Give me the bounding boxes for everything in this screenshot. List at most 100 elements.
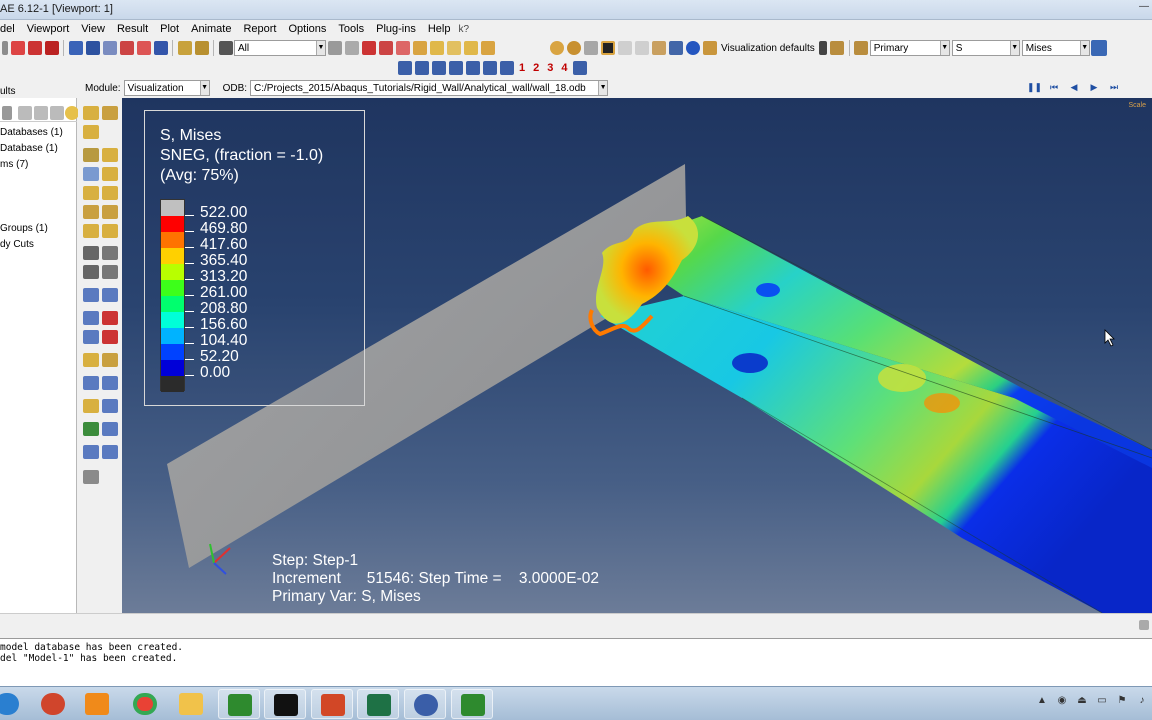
odb-select[interactable]: C:/Projects_2015/Abaqus_Tutorials/Rigid_…: [250, 80, 609, 96]
stream-icon[interactable]: [83, 330, 99, 344]
view-iso-icon[interactable]: [429, 41, 444, 55]
tree-expand-icon[interactable]: [17, 106, 32, 120]
query-icon[interactable]: [177, 41, 192, 55]
contour-plot-icon[interactable]: [83, 148, 99, 162]
view-x-icon[interactable]: [397, 61, 412, 75]
tray-expand-icon[interactable]: ▲: [1035, 695, 1049, 709]
query-tool-icon[interactable]: [83, 470, 99, 484]
field-category-select[interactable]: Primary ▼: [869, 40, 950, 56]
context-help-icon[interactable]: k?: [456, 24, 469, 35]
menu-result[interactable]: Result: [111, 23, 154, 35]
display-group-manager-icon[interactable]: [102, 376, 118, 390]
layers-icon[interactable]: [194, 41, 209, 55]
field-output-icon[interactable]: [854, 41, 869, 55]
results-tab[interactable]: ults: [0, 86, 16, 97]
tree-refresh-icon[interactable]: [49, 106, 64, 120]
material-orientation-icon[interactable]: [83, 186, 99, 200]
free-body-icon[interactable]: [83, 422, 99, 436]
tree-item-groups[interactable]: Groups (1): [0, 223, 48, 234]
save-icon[interactable]: [44, 41, 59, 55]
taskbar-abaqus[interactable]: [218, 689, 260, 719]
refresh-field-icon[interactable]: [1091, 40, 1108, 56]
menu-viewport[interactable]: Viewport: [21, 23, 76, 35]
view-side-icon[interactable]: [480, 41, 495, 55]
superimpose-icon[interactable]: [102, 205, 118, 219]
taskbar-command-prompt[interactable]: [264, 689, 306, 719]
zoom-icon[interactable]: [119, 41, 134, 55]
view-neg-x-icon[interactable]: [414, 61, 429, 75]
menu-tools[interactable]: Tools: [332, 23, 370, 35]
first-frame-icon[interactable]: ⏮: [1047, 81, 1061, 93]
usb-icon[interactable]: ⏏: [1075, 695, 1089, 709]
volume-icon[interactable]: ♪: [1135, 695, 1149, 709]
open-icon[interactable]: [27, 41, 42, 55]
render-style-icon[interactable]: [549, 41, 564, 55]
view-1-button[interactable]: 1: [519, 62, 525, 74]
menu-view[interactable]: View: [75, 23, 111, 35]
report-field-icon[interactable]: [83, 311, 99, 325]
display-groups-icon[interactable]: [83, 376, 99, 390]
taskbar-snipping-tool[interactable]: [32, 689, 74, 719]
module-select[interactable]: Visualization ▼: [123, 80, 210, 96]
plot-undeformed-icon[interactable]: [83, 106, 99, 120]
report-xy-icon[interactable]: [102, 311, 118, 325]
menu-report[interactable]: Report: [237, 23, 282, 35]
field-variable-select[interactable]: S ▼: [951, 40, 1020, 56]
orientation-options-icon[interactable]: [102, 186, 118, 200]
view-y-icon[interactable]: [431, 61, 446, 75]
visualization-defaults-label[interactable]: Visualization defaults: [721, 43, 815, 54]
previous-frame-icon[interactable]: ◀: [1067, 81, 1081, 93]
remove-icon[interactable]: [395, 41, 410, 55]
tree-item-databases[interactable]: Databases (1): [0, 127, 63, 138]
menu-animate[interactable]: Animate: [185, 23, 237, 35]
minimize-icon[interactable]: —: [1136, 0, 1152, 16]
menu-plot[interactable]: Plot: [154, 23, 185, 35]
symbol-plot-icon[interactable]: [83, 167, 99, 181]
view-top-icon[interactable]: [463, 41, 478, 55]
selection-option-icon[interactable]: [327, 41, 342, 55]
resize-grip-icon[interactable]: [1138, 620, 1149, 630]
last-frame-icon[interactable]: ⏭: [1107, 81, 1121, 93]
magnify-icon[interactable]: [102, 41, 117, 55]
shaded-icon[interactable]: [566, 41, 581, 55]
animate-scale-icon[interactable]: [102, 353, 118, 367]
chevron-down-icon[interactable]: [819, 41, 828, 55]
taskbar-abaqus-cae[interactable]: [451, 689, 493, 719]
tools-icon[interactable]: [651, 41, 666, 55]
path-manager-icon[interactable]: [102, 288, 118, 302]
xy-manager-icon[interactable]: [102, 246, 118, 260]
viewport-1[interactable]: Scale S, Mises SNEG, (fraction = -1.0) (…: [122, 98, 1152, 613]
new-icon[interactable]: [10, 41, 25, 55]
taskbar-excel[interactable]: [357, 689, 399, 719]
free-body-manager-icon[interactable]: [102, 422, 118, 436]
animate-time-icon[interactable]: [83, 353, 99, 367]
create-xy-icon[interactable]: [83, 265, 99, 279]
tree-item-database[interactable]: Database (1): [0, 143, 58, 154]
tree-item-items[interactable]: ms (7): [0, 159, 28, 170]
monitor-icon[interactable]: ▭: [1095, 695, 1109, 709]
view-iso-axes-icon[interactable]: [499, 61, 514, 75]
select-arrow-icon[interactable]: [218, 41, 233, 55]
selection-filter-select[interactable]: All ▼: [234, 40, 326, 56]
tree-collapse-icon[interactable]: [33, 106, 48, 120]
tree-item-body-cuts[interactable]: dy Cuts: [0, 239, 34, 250]
redo-icon[interactable]: [634, 41, 649, 55]
view-4-button[interactable]: 4: [561, 62, 567, 74]
taskbar-network-tool[interactable]: [404, 689, 446, 719]
menu-model[interactable]: del: [0, 23, 21, 35]
view-z-icon[interactable]: [465, 61, 480, 75]
overlay-plot-icon[interactable]: [83, 445, 99, 459]
display-group-icon[interactable]: [412, 41, 427, 55]
rotate-icon[interactable]: [85, 41, 100, 55]
start-button[interactable]: [0, 689, 28, 719]
info-icon[interactable]: [685, 41, 700, 55]
view-2-button[interactable]: 2: [533, 62, 539, 74]
hidden-line-icon[interactable]: [583, 41, 598, 55]
symbol-options-icon[interactable]: [102, 167, 118, 181]
plot-deformed-icon[interactable]: [102, 106, 118, 120]
taskbar-media-player[interactable]: [76, 689, 118, 719]
view-cut-manager-icon[interactable]: [102, 399, 118, 413]
view-cut-icon[interactable]: [83, 399, 99, 413]
pan-icon[interactable]: [68, 41, 83, 55]
overlay-manager-icon[interactable]: [102, 445, 118, 459]
